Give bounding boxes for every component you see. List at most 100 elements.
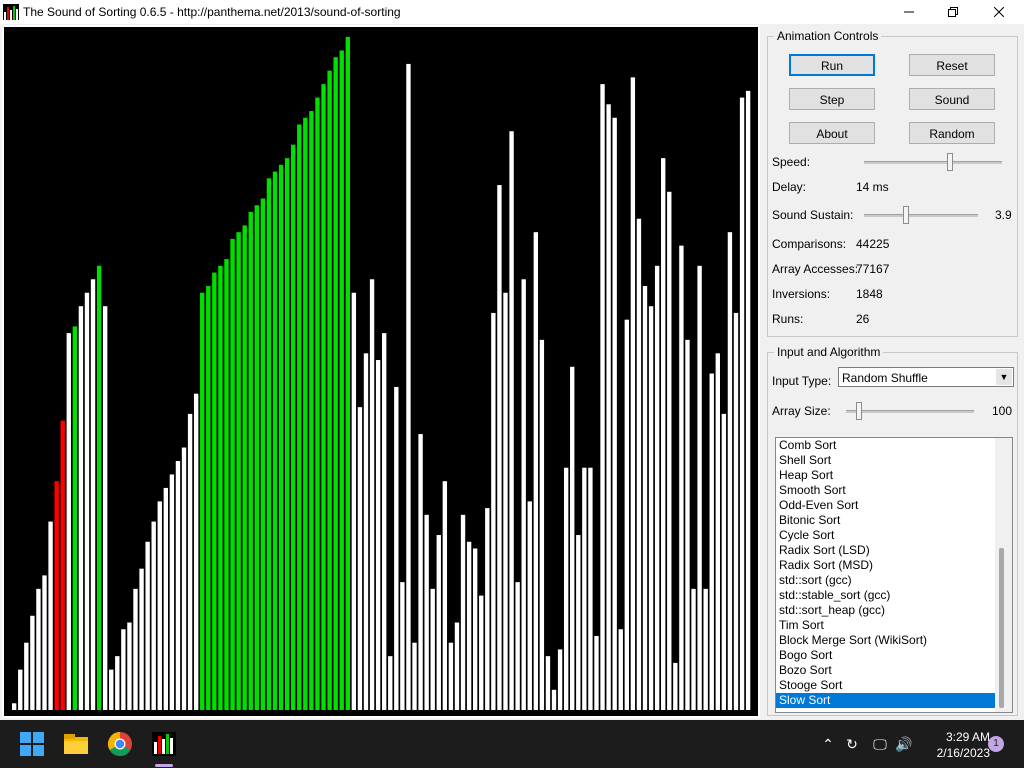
algorithm-list-item[interactable]: Block Merge Sort (WikiSort) — [776, 633, 995, 648]
array-bar — [551, 689, 557, 710]
array-bar — [36, 588, 41, 710]
algorithm-list-item[interactable]: std::sort (gcc) — [776, 573, 995, 588]
array-bar — [333, 57, 338, 710]
algorithm-list-item[interactable]: std::stable_sort (gcc) — [776, 588, 995, 603]
restore-icon — [948, 7, 958, 17]
array-bar — [303, 117, 308, 710]
array-bar — [576, 535, 581, 710]
animation-controls-title: Animation Controls — [774, 29, 882, 43]
clock-time[interactable]: 3:29 AM — [920, 730, 990, 744]
about-button[interactable]: About — [789, 122, 875, 144]
algorithm-list-item[interactable]: Radix Sort (LSD) — [776, 543, 995, 558]
algorithm-list-item[interactable]: Comb Sort — [776, 438, 995, 453]
algorithm-list-item[interactable]: Tim Sort — [776, 618, 995, 633]
array-bar — [212, 272, 217, 710]
array-bar — [266, 178, 272, 710]
algorithm-list-item[interactable]: Bozo Sort — [776, 663, 995, 678]
array-bar — [291, 144, 296, 710]
array-bar — [272, 171, 278, 711]
algorithm-list-item[interactable]: Cycle Sort — [776, 528, 995, 543]
sound-button[interactable]: Sound — [909, 88, 995, 110]
algorithm-list-item[interactable]: Bogo Sort — [776, 648, 995, 663]
network-icon[interactable]: 🖵 — [870, 734, 890, 754]
algorithm-list-item[interactable]: Odd-Even Sort — [776, 498, 995, 513]
array-bar — [206, 286, 211, 710]
array-bar — [66, 333, 71, 710]
maximize-button[interactable] — [930, 0, 976, 24]
array-bar — [654, 265, 660, 710]
speed-slider[interactable] — [946, 153, 953, 171]
array-bar — [321, 84, 326, 711]
close-button[interactable] — [976, 0, 1022, 24]
run-button[interactable]: Run — [789, 54, 875, 76]
array-bar — [521, 279, 526, 710]
input-type-label: Input Type: — [772, 374, 832, 388]
clock-date[interactable]: 2/16/2023 — [920, 746, 990, 760]
array-bar — [375, 360, 381, 710]
chevron-down-icon[interactable]: ▼ — [996, 369, 1012, 385]
array-bar — [230, 238, 235, 710]
inversions-value: 1848 — [856, 287, 883, 301]
array-bar — [527, 501, 532, 710]
algorithm-list-item[interactable]: std::sort_heap (gcc) — [776, 603, 995, 618]
window-title: The Sound of Sorting 0.6.5 - http://pant… — [23, 5, 401, 19]
minimize-button[interactable] — [886, 0, 932, 24]
comparisons-value: 44225 — [856, 237, 890, 251]
array-bar — [78, 306, 84, 710]
algorithm-list-scrollbar[interactable] — [995, 438, 1012, 712]
array-bar — [284, 158, 290, 710]
notification-badge[interactable]: 1 — [988, 736, 1004, 752]
array-bar — [636, 218, 642, 710]
array-bar — [400, 582, 405, 710]
array-bar — [612, 117, 617, 710]
algorithm-list-item[interactable]: Bitonic Sort — [776, 513, 995, 528]
array-bar — [42, 575, 47, 710]
delay-value: 14 ms — [856, 180, 889, 194]
windows-start-icon[interactable] — [16, 728, 48, 760]
file-explorer-icon[interactable] — [60, 728, 92, 760]
array-bar — [339, 50, 344, 710]
step-button[interactable]: Step — [789, 88, 875, 110]
array-bar — [448, 642, 454, 710]
array-size-slider[interactable] — [855, 402, 862, 420]
scroll-thumb[interactable] — [999, 548, 1004, 708]
volume-icon[interactable]: 🔊 — [894, 734, 914, 754]
array-bar — [454, 622, 460, 710]
algorithm-list-item[interactable]: Heap Sort — [776, 468, 995, 483]
array-bar — [187, 413, 193, 710]
array-accesses-label: Array Accesses: — [772, 262, 859, 276]
algorithm-list-item[interactable]: Radix Sort (MSD) — [776, 558, 995, 573]
array-bar — [557, 649, 563, 710]
runs-value: 26 — [856, 312, 870, 326]
algorithm-list-item[interactable]: Slow Sort — [776, 693, 995, 708]
array-bar — [661, 158, 666, 710]
array-bar — [691, 588, 696, 710]
algorithm-list-item[interactable]: Shell Sort — [776, 453, 995, 468]
array-bar — [133, 588, 138, 710]
array-bar — [424, 514, 429, 710]
array-bar — [145, 541, 150, 710]
title-bar: The Sound of Sorting 0.6.5 - http://pant… — [0, 0, 1024, 24]
algorithm-list[interactable]: Comb Sort Shell Sort Heap Sort Smooth Sort O… — [775, 437, 1013, 713]
array-bar — [357, 407, 363, 710]
array-bar — [254, 205, 259, 710]
sound-of-sorting-app-icon[interactable] — [148, 728, 180, 760]
array-bar — [30, 615, 35, 710]
chrome-icon[interactable] — [104, 728, 136, 760]
array-bar — [242, 225, 247, 710]
array-bar — [715, 353, 720, 710]
algorithm-list-item[interactable]: Stooge Sort — [776, 678, 995, 693]
array-bar — [315, 97, 320, 710]
input-type-select[interactable]: Random Shuffle ▼ — [838, 367, 1014, 387]
reset-button[interactable]: Reset — [909, 54, 995, 76]
update-icon[interactable]: ↻ — [842, 734, 862, 754]
array-bar — [394, 386, 399, 710]
sound-sustain-slider[interactable] — [903, 206, 910, 224]
array-bar — [667, 191, 672, 711]
inversions-label: Inversions: — [772, 287, 831, 301]
algorithm-list-item[interactable]: Smooth Sort — [776, 483, 995, 498]
speed-label: Speed: — [772, 155, 811, 169]
chevron-up-icon[interactable]: ⌃ — [818, 734, 838, 754]
random-button[interactable]: Random — [909, 122, 995, 144]
array-bar — [54, 481, 59, 710]
